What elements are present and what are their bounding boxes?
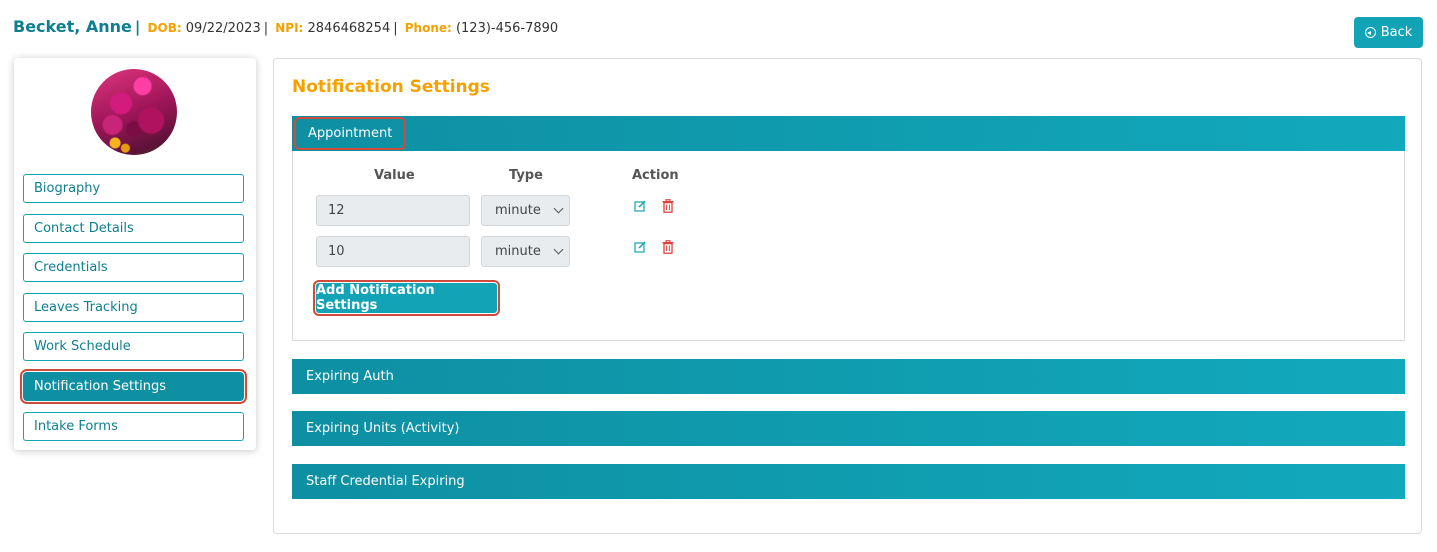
dob-label: DOB: (147, 21, 182, 35)
section-label: Expiring Auth (306, 369, 394, 384)
section-appointment-body: Value Type Action 12 minute 10 minute Ad… (292, 151, 1405, 341)
sidebar-item-intake-forms[interactable]: Intake Forms (23, 412, 244, 441)
npi-value: 2846468254 (307, 21, 391, 36)
sidebar-item-label: Leaves Tracking (34, 300, 138, 315)
column-header-value: Value (374, 168, 415, 183)
sidebar-item-work-schedule[interactable]: Work Schedule (23, 332, 244, 361)
patient-name: Becket, Anne (13, 17, 132, 36)
edit-icon[interactable] (634, 200, 646, 212)
add-notification-settings-button[interactable]: Add Notification Settings (313, 280, 500, 316)
sidebar-item-label: Credentials (34, 260, 108, 275)
phone-value: (123)-456-7890 (455, 21, 559, 36)
column-header-type: Type (509, 168, 543, 183)
type-select-value: minute (495, 244, 541, 259)
sidebar-item-contact-details[interactable]: Contact Details (23, 214, 244, 243)
sidebar-item-label: Contact Details (34, 221, 134, 236)
sidebar: Biography Contact Details Credentials Le… (14, 58, 256, 450)
sidebar-item-credentials[interactable]: Credentials (23, 253, 244, 282)
section-staff-credential-expiring-header[interactable]: Staff Credential Expiring (292, 464, 1405, 499)
section-label: Expiring Units (Activity) (306, 421, 460, 436)
trash-icon[interactable] (662, 240, 674, 254)
chevron-down-icon (553, 203, 564, 214)
sidebar-item-label: Notification Settings (34, 379, 167, 394)
section-label: Staff Credential Expiring (306, 474, 465, 489)
trash-icon[interactable] (662, 199, 674, 213)
patient-header: Becket, Anne | DOB: 09/22/2023 | NPI: 2846… (13, 17, 559, 36)
page-title: Notification Settings (292, 77, 490, 97)
sidebar-item-label: Biography (34, 181, 101, 196)
sidebar-item-notification-settings[interactable]: Notification Settings (20, 369, 247, 404)
type-select[interactable]: minute (481, 236, 570, 267)
value-input[interactable]: 12 (316, 195, 470, 226)
column-header-action: Action (632, 168, 679, 183)
value-input[interactable]: 10 (316, 236, 470, 267)
chevron-down-icon (553, 244, 564, 255)
back-button[interactable]: Back (1354, 17, 1423, 48)
npi-label: NPI: (275, 21, 304, 35)
dob-value: 09/22/2023 (185, 21, 261, 36)
section-expiring-units-header[interactable]: Expiring Units (Activity) (292, 411, 1405, 446)
sidebar-item-label: Work Schedule (34, 339, 131, 354)
section-label: Appointment (294, 117, 407, 150)
type-select[interactable]: minute (481, 195, 570, 226)
notification-settings-panel: Notification Settings Appointment Value … (273, 58, 1422, 534)
back-label: Back (1380, 25, 1413, 40)
type-select-value: minute (495, 203, 541, 218)
sidebar-item-leaves-tracking[interactable]: Leaves Tracking (23, 293, 244, 322)
section-expiring-auth-header[interactable]: Expiring Auth (292, 359, 1405, 394)
edit-icon[interactable] (634, 241, 646, 253)
section-appointment-header[interactable]: Appointment (292, 116, 1405, 151)
sidebar-item-biography[interactable]: Biography (23, 174, 244, 203)
sidebar-item-label: Intake Forms (34, 419, 118, 434)
avatar (91, 69, 177, 155)
phone-label: Phone: (404, 21, 452, 35)
circle-arrow-left-icon (1364, 27, 1376, 38)
